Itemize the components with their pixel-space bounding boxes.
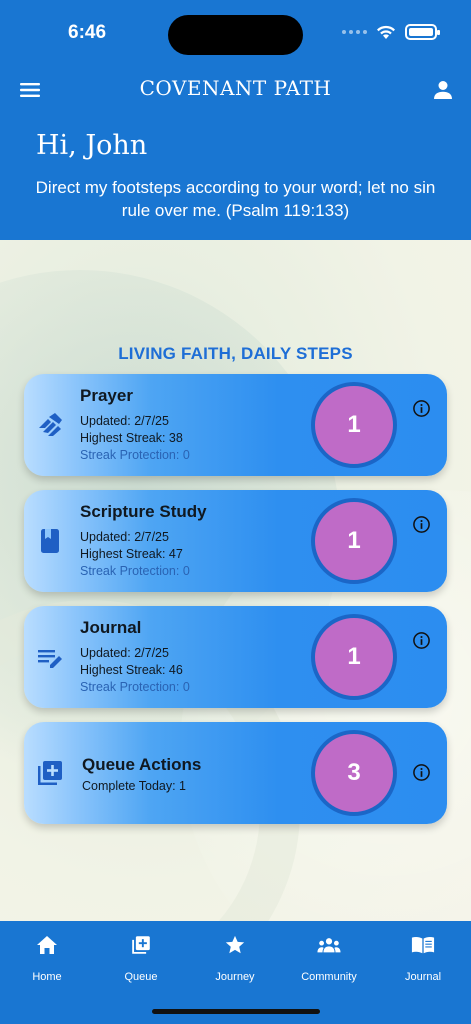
praying-hands-icon [34, 409, 66, 441]
card-subtitle: Complete Today: 1 [82, 779, 186, 793]
nav-home[interactable]: Home [7, 933, 87, 983]
person-icon [434, 81, 452, 99]
journal-card[interactable]: Journal Updated: 2/7/25 Highest Streak: … [24, 606, 447, 708]
card-updated: Updated: 2/7/25 [80, 646, 169, 660]
nav-label: Community [301, 971, 357, 983]
cellular-signal-icon [342, 30, 367, 34]
app-bar: COVENANT PATH [0, 64, 471, 116]
card-streak-protection: Streak Protection: 0 [80, 564, 190, 578]
open-book-icon [411, 933, 435, 957]
profile-button[interactable] [429, 76, 457, 104]
card-title: Scripture Study [80, 502, 207, 521]
nav-label: Queue [124, 971, 158, 983]
prayer-card[interactable]: Prayer Updated: 2/7/25 Highest Streak: 3… [24, 374, 447, 476]
app-title: COVENANT PATH [139, 76, 332, 100]
edit-note-icon [34, 643, 66, 675]
nav-label: Home [32, 971, 62, 983]
queue-add-icon [34, 757, 66, 789]
section-title: LIVING FAITH, DAILY STEPS [118, 344, 353, 363]
info-icon[interactable] [412, 631, 431, 650]
streak-count-circle: 1 [311, 498, 397, 584]
card-highest-streak: Highest Streak: 46 [80, 663, 183, 677]
card-updated: Updated: 2/7/25 [80, 530, 169, 544]
nav-journal[interactable]: Journal [383, 933, 463, 983]
nav-label: Journey [215, 971, 255, 983]
groups-icon [317, 933, 341, 957]
streak-count-circle: 1 [311, 614, 397, 700]
card-updated: Updated: 2/7/25 [80, 414, 169, 428]
queue-count-circle: 3 [311, 730, 397, 816]
info-icon[interactable] [412, 515, 431, 534]
info-icon[interactable] [412, 399, 431, 418]
daily-verse: Direct my footsteps according to your wo… [35, 178, 436, 220]
book-icon [34, 525, 66, 557]
queue-actions-card[interactable]: Queue Actions Complete Today: 1 3 [24, 722, 447, 824]
greeting-header: Hi, John Direct my footsteps according t… [0, 116, 471, 240]
status-icons [342, 24, 440, 40]
battery-icon [405, 24, 440, 40]
status-bar: 6:46 [0, 0, 471, 64]
card-highest-streak: Highest Streak: 47 [80, 547, 183, 561]
queue-icon [129, 933, 153, 957]
nav-community[interactable]: Community [289, 933, 369, 983]
card-title: Journal [80, 618, 142, 637]
status-time: 6:46 [68, 22, 107, 43]
nav-label: Journal [404, 971, 442, 983]
home-icon [35, 933, 59, 957]
card-title: Queue Actions [82, 755, 202, 774]
streak-count-circle: 1 [311, 382, 397, 468]
card-highest-streak: Highest Streak: 38 [80, 431, 183, 445]
info-icon[interactable] [412, 763, 431, 782]
nav-journey[interactable]: Journey [195, 933, 275, 983]
star-icon [223, 933, 247, 957]
nav-queue[interactable]: Queue [101, 933, 181, 983]
home-indicator[interactable] [152, 1009, 320, 1014]
greeting-text: Hi, John [36, 130, 148, 161]
card-streak-protection: Streak Protection: 0 [80, 448, 190, 462]
scripture-study-card[interactable]: Scripture Study Updated: 2/7/25 Highest … [24, 490, 447, 592]
dynamic-island [168, 15, 303, 55]
wifi-icon [377, 25, 395, 39]
card-streak-protection: Streak Protection: 0 [80, 680, 190, 694]
main-content: LIVING FAITH, DAILY STEPS Prayer Updated… [0, 240, 471, 921]
card-title: Prayer [80, 386, 133, 405]
